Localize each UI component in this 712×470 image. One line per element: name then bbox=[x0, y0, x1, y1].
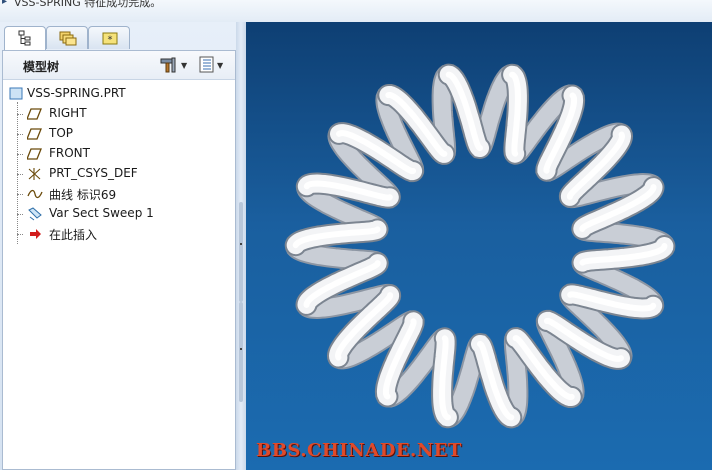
tree-item-label: Var Sect Sweep 1 bbox=[49, 206, 154, 220]
tree-item-csys[interactable]: PRT_CSYS_DEF bbox=[7, 164, 233, 184]
tree-root-part[interactable]: VSS-SPRING.PRT bbox=[7, 84, 233, 104]
message-bullet-icon: ▸ bbox=[2, 0, 8, 7]
message-area: ▸ VSS-SPRING 特征成功完成。 bbox=[0, 0, 712, 23]
watermark: BBS.CHINADE.NET bbox=[256, 440, 462, 461]
navigator-tabs: * bbox=[4, 26, 244, 50]
tree-item-label: VSS-SPRING.PRT bbox=[27, 86, 126, 100]
tree-item-curve[interactable]: 曲线 标识69 bbox=[7, 184, 233, 204]
tree-columns-icon bbox=[199, 56, 214, 73]
tree-item-label: 曲线 标识69 bbox=[49, 188, 117, 202]
part-icon bbox=[9, 87, 23, 100]
tree-item-label: RIGHT bbox=[49, 106, 87, 120]
tree-item-top[interactable]: TOP bbox=[7, 124, 233, 144]
model-tree-header: 模型树 ▼ ▼ bbox=[3, 51, 235, 80]
tree-item-label: 在此插入 bbox=[49, 228, 98, 242]
status-message: VSS-SPRING 特征成功完成。 bbox=[14, 0, 162, 9]
tree-item-insert-here[interactable]: 在此插入 bbox=[7, 224, 233, 244]
sweep-icon bbox=[28, 207, 42, 221]
chevron-down-icon: ▼ bbox=[217, 60, 224, 70]
svg-text:*: * bbox=[108, 35, 113, 46]
favorites-tab[interactable]: * bbox=[88, 26, 130, 49]
pane-splitter[interactable] bbox=[236, 22, 246, 470]
model-tree-icon bbox=[18, 30, 31, 46]
tools-icon bbox=[160, 57, 176, 73]
tree-item-label: TOP bbox=[49, 126, 74, 140]
model-tree: VSS-SPRING.PRT RIGHT TOP FRONT PRT_CSYS_… bbox=[7, 84, 233, 244]
tree-item-label: FRONT bbox=[49, 146, 90, 160]
panel-title: 模型树 bbox=[23, 60, 60, 74]
chevron-down-icon: ▼ bbox=[181, 60, 188, 70]
settings-menu-button[interactable]: ▼ bbox=[159, 56, 187, 74]
spring-model[interactable] bbox=[246, 22, 712, 470]
splitter-grip-top[interactable] bbox=[239, 202, 243, 302]
graphics-window[interactable]: BBS.CHINADE.NET bbox=[246, 22, 712, 470]
navigator-pane: * 模型树 ▼ ▼ VSS-SPRING.PRT RIGHT TOP FRONT… bbox=[0, 22, 246, 470]
model-tree-panel: 模型树 ▼ ▼ VSS-SPRING.PRT RIGHT TOP FRONT P… bbox=[2, 50, 236, 470]
folders-icon bbox=[59, 31, 77, 46]
show-menu-button[interactable]: ▼ bbox=[199, 56, 223, 74]
model-tree-tab[interactable] bbox=[4, 26, 46, 50]
tree-item-sweep[interactable]: Var Sect Sweep 1 bbox=[7, 204, 233, 224]
datum-plane-icon bbox=[27, 148, 42, 160]
splitter-dot bbox=[240, 348, 242, 350]
tree-item-label: PRT_CSYS_DEF bbox=[49, 166, 138, 180]
tree-item-right[interactable]: RIGHT bbox=[7, 104, 233, 124]
datum-plane-icon bbox=[27, 108, 42, 120]
datum-plane-icon bbox=[27, 128, 42, 140]
folder-browser-tab[interactable] bbox=[46, 26, 88, 49]
splitter-dot bbox=[240, 243, 242, 245]
insert-here-arrow-icon bbox=[30, 229, 41, 239]
splitter-grip-bottom[interactable] bbox=[239, 302, 243, 402]
star-folder-icon: * bbox=[102, 32, 118, 46]
tree-item-front[interactable]: FRONT bbox=[7, 144, 233, 164]
curve-icon bbox=[27, 189, 43, 199]
csys-icon bbox=[28, 168, 41, 180]
